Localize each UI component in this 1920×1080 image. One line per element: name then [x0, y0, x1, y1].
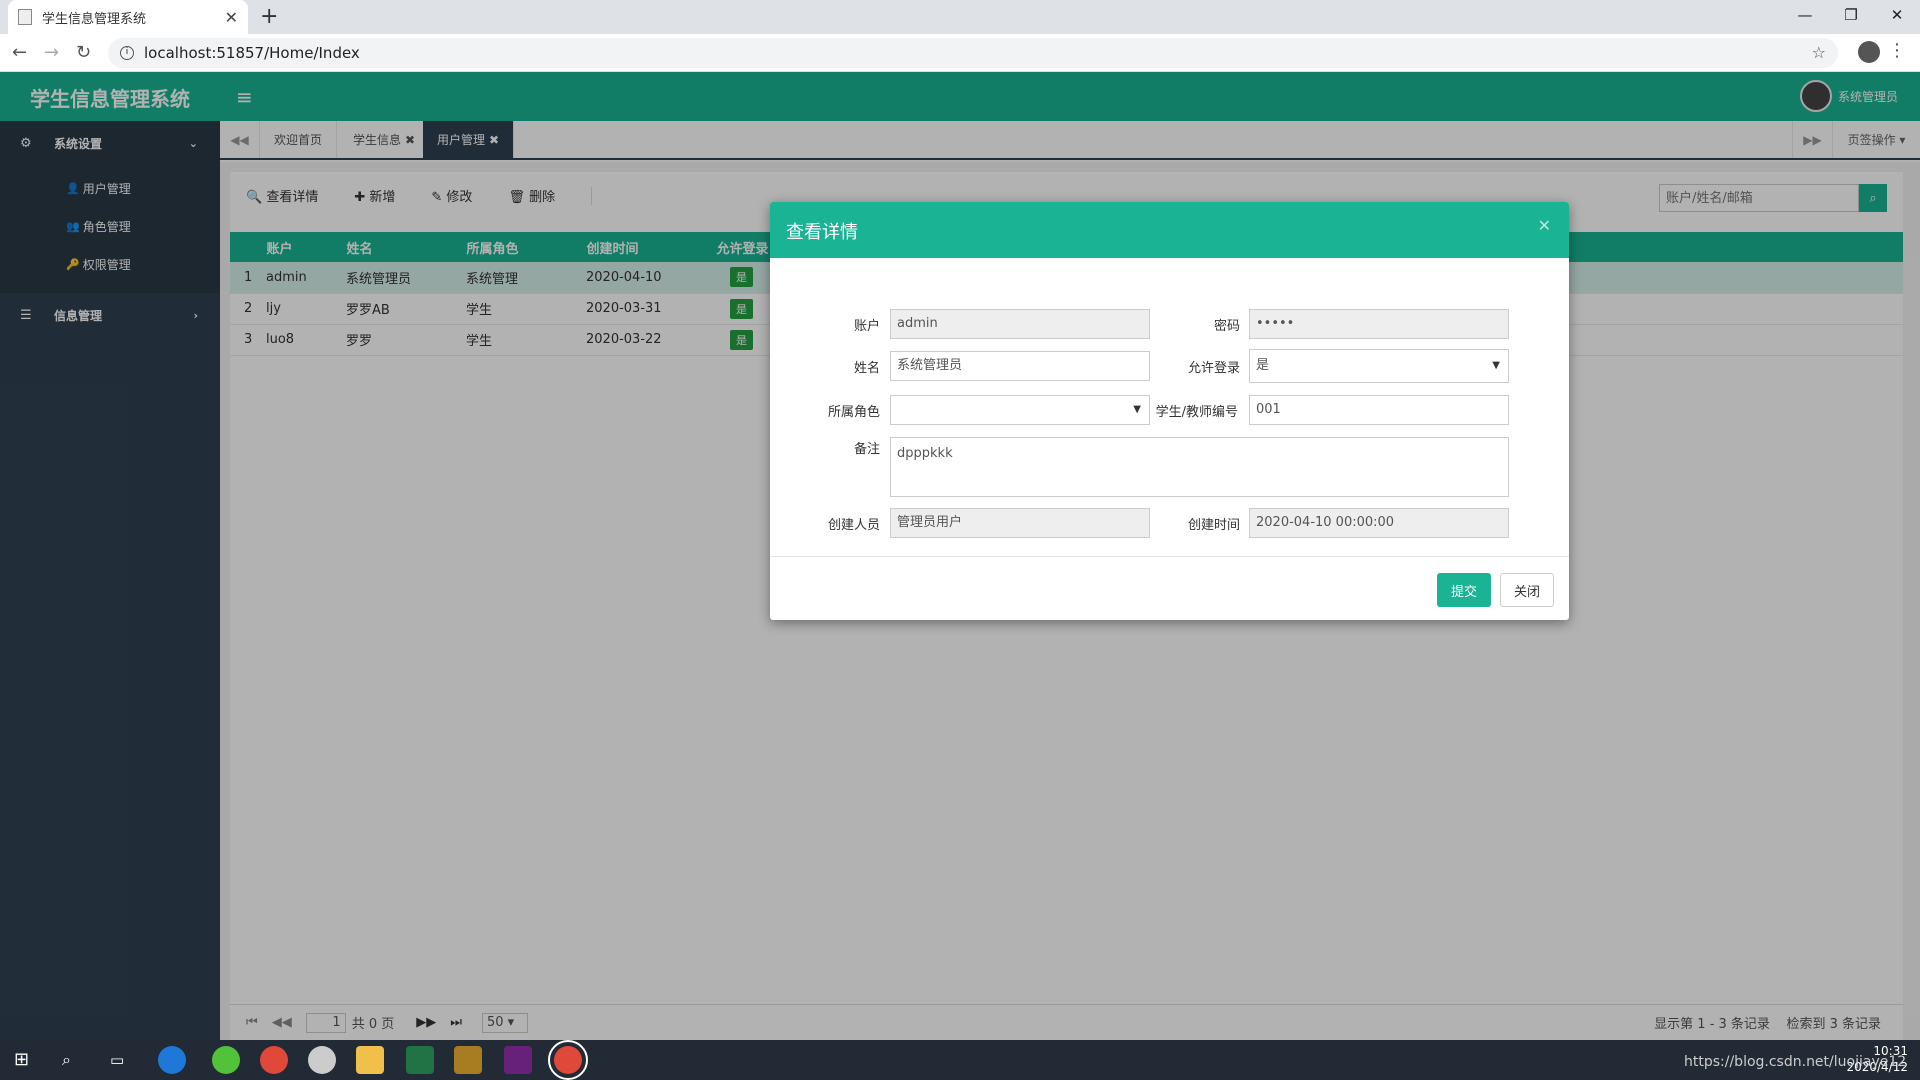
label-created-time: 创建时间: [1187, 518, 1240, 533]
menu-kebab-icon[interactable]: ⋮: [1888, 40, 1906, 61]
close-tab-icon[interactable]: ✕: [225, 8, 238, 27]
remark-textarea[interactable]: dpppkkk: [890, 437, 1509, 497]
modal-title: 查看详情: [786, 222, 858, 243]
number-field[interactable]: 001: [1249, 395, 1509, 425]
close-window-icon[interactable]: ✕: [1874, 0, 1920, 30]
created-time-field[interactable]: 2020-04-10 00:00:00: [1249, 508, 1509, 538]
minimize-icon[interactable]: —: [1782, 0, 1828, 30]
page-favicon-icon: [18, 9, 32, 25]
visual-studio-icon[interactable]: [504, 1046, 532, 1074]
new-tab-button[interactable]: +: [260, 4, 278, 29]
address-bar: ← → ↻ i localhost:51857/Home/Index ☆ ⋮: [0, 34, 1920, 72]
modal-header: 查看详情 ✕: [770, 202, 1569, 258]
dropdown-arrow-icon: ▼: [1492, 360, 1500, 371]
taskbar: ⊞ ⌕ ▭ 10:31 2020/4/12 https://blog.csdn.…: [0, 1040, 1920, 1080]
windows-start-icon[interactable]: ⊞: [14, 1049, 29, 1070]
name-field[interactable]: 系统管理员: [890, 351, 1150, 381]
account-field[interactable]: admin: [890, 309, 1150, 339]
submit-button[interactable]: 提交: [1437, 573, 1491, 607]
excel-icon[interactable]: [406, 1046, 434, 1074]
label-password: 密码: [1213, 319, 1240, 334]
window-controls: — ❐ ✕: [1782, 0, 1920, 34]
browser-tab[interactable]: 学生信息管理系统 ✕: [8, 0, 248, 34]
close-icon[interactable]: ✕: [1538, 216, 1551, 235]
allow-login-value: 是: [1256, 358, 1270, 373]
watermark-text: https://blog.csdn.net/luojiaye12: [1684, 1054, 1907, 1070]
creator-field[interactable]: 管理员用户: [890, 508, 1150, 538]
chrome-active-icon[interactable]: [548, 1040, 588, 1080]
details-modal: 查看详情 ✕ 账户 admin 密码 ••••• 姓名 系统管理员 允许登录 是…: [770, 202, 1569, 620]
close-button[interactable]: 关闭: [1500, 573, 1554, 607]
forward-icon[interactable]: →: [44, 42, 59, 63]
github-icon[interactable]: [308, 1046, 336, 1074]
app-green-icon[interactable]: [212, 1046, 240, 1074]
label-role: 所属角色: [827, 405, 880, 420]
role-select[interactable]: ▼: [890, 395, 1150, 425]
tools-icon[interactable]: [454, 1046, 482, 1074]
bookmark-star-icon[interactable]: ☆: [1812, 43, 1826, 62]
label-allow-login: 允许登录: [1187, 361, 1240, 376]
browser-tabbar: 学生信息管理系统 ✕ + — ❐ ✕: [0, 0, 1920, 34]
restore-icon[interactable]: ❐: [1828, 0, 1874, 30]
browser-tab-title: 学生信息管理系统: [42, 11, 147, 27]
allow-login-select[interactable]: 是 ▼: [1249, 349, 1509, 383]
reload-icon[interactable]: ↻: [76, 42, 91, 63]
url-text: localhost:51857/Home/Index: [144, 44, 360, 62]
label-creator: 创建人员: [827, 518, 880, 533]
ie-icon[interactable]: [158, 1046, 186, 1074]
search-icon[interactable]: ⌕: [62, 1050, 71, 1070]
chrome-icon[interactable]: [260, 1046, 288, 1074]
file-explorer-icon[interactable]: [356, 1046, 384, 1074]
label-account: 账户: [853, 319, 880, 334]
password-field[interactable]: •••••: [1249, 309, 1509, 339]
label-number: 学生/教师编号: [1155, 405, 1238, 420]
url-field[interactable]: i localhost:51857/Home/Index ☆: [108, 38, 1838, 68]
task-view-icon[interactable]: ▭: [110, 1051, 124, 1069]
account-icon[interactable]: [1858, 41, 1880, 63]
modal-footer-divider: [770, 556, 1569, 557]
back-icon[interactable]: ←: [12, 42, 27, 63]
label-name: 姓名: [853, 361, 880, 376]
label-remark: 备注: [853, 442, 880, 457]
info-icon[interactable]: i: [120, 46, 134, 60]
